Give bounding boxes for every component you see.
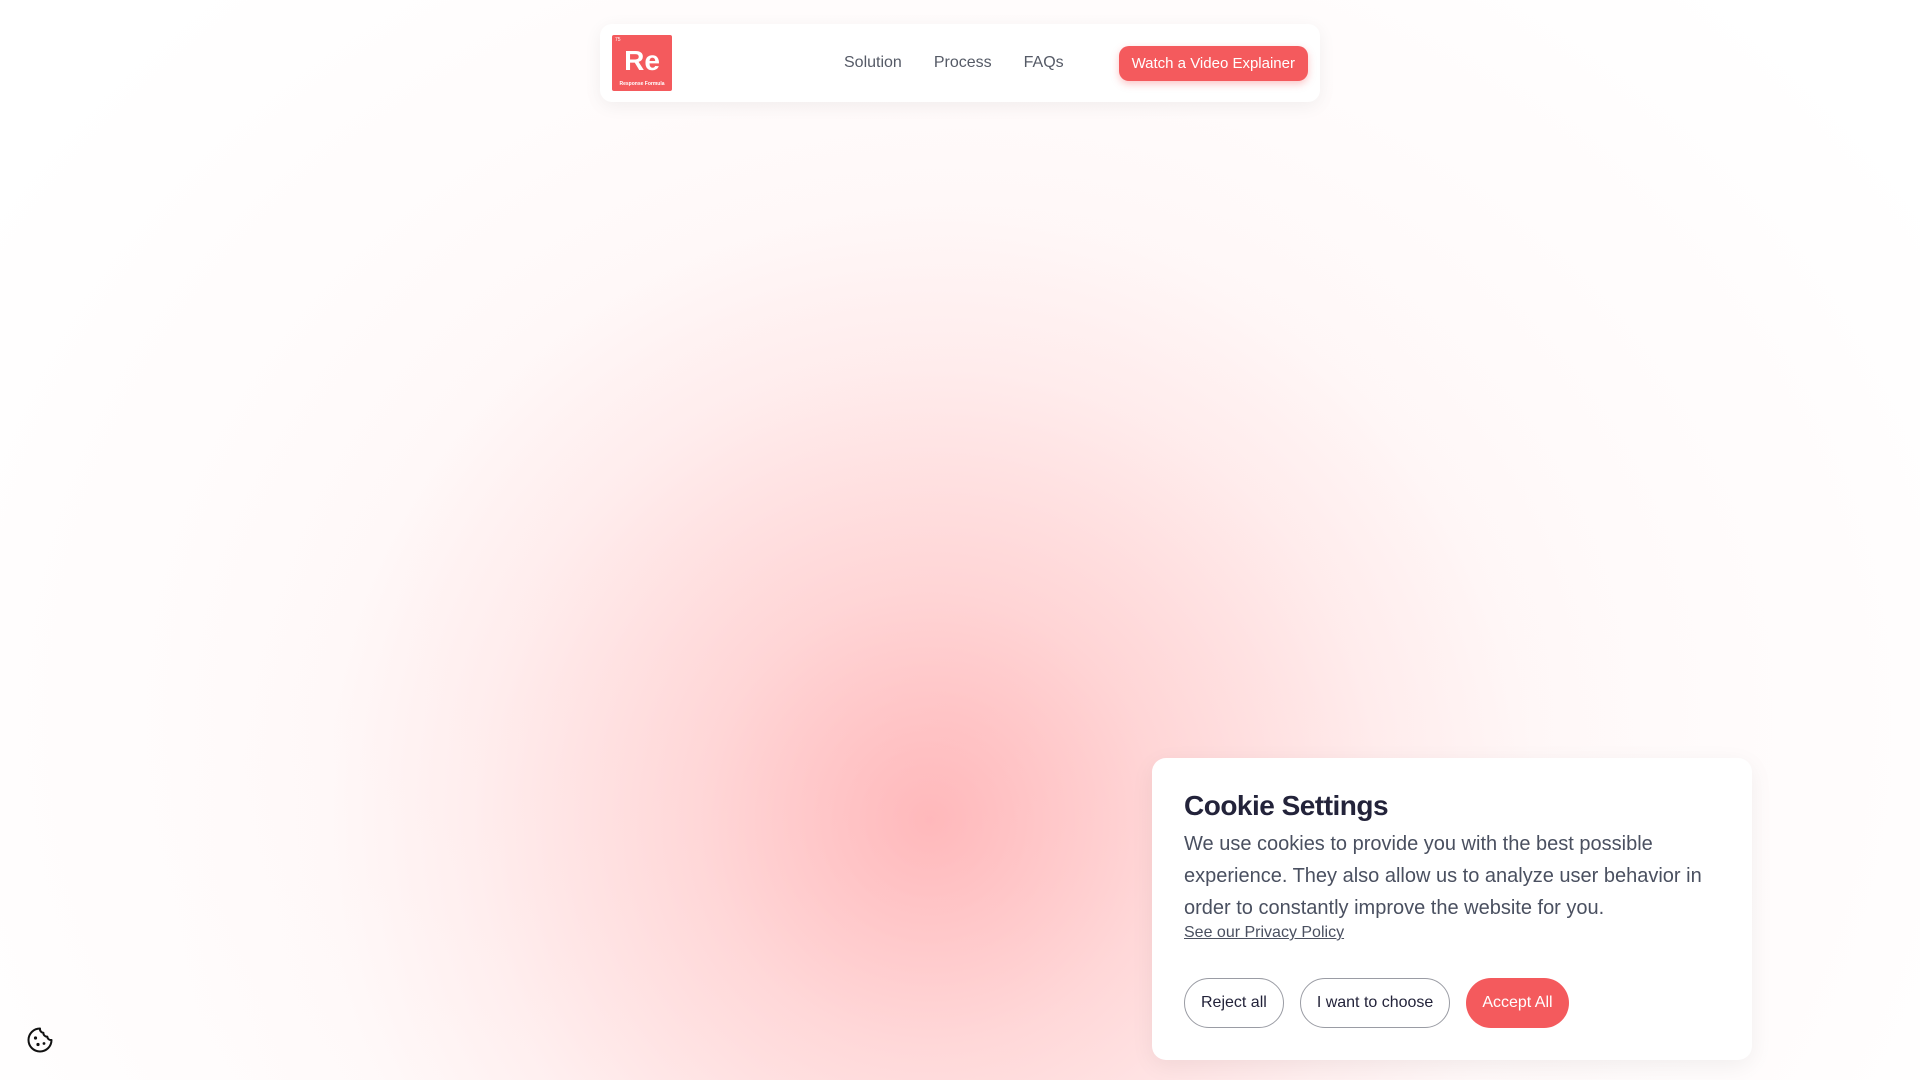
nav-link-solution[interactable]: Solution [844, 54, 902, 72]
brand-logo[interactable]: 75 Re Response Formula [612, 35, 672, 91]
accept-all-button[interactable]: Accept All [1466, 978, 1569, 1028]
cookie-icon[interactable] [26, 1026, 54, 1054]
cookie-settings-panel: Cookie Settings We use cookies to provid… [1152, 758, 1752, 1060]
cookie-title: Cookie Settings [1184, 790, 1389, 821]
watch-video-button[interactable]: Watch a Video Explainer [1118, 45, 1308, 81]
cookie-description: We use cookies to provide you with the b… [1184, 833, 1702, 919]
nav-link-process[interactable]: Process [934, 54, 992, 72]
top-navbar: 75 Re Response Formula Solution Process … [600, 24, 1320, 102]
nav-links: Solution Process FAQs [844, 54, 1064, 72]
logo-number: 75 [615, 37, 621, 43]
logo-symbol: Re [624, 45, 660, 76]
privacy-policy-link[interactable]: See our Privacy Policy [1184, 924, 1344, 942]
choose-cookies-button[interactable]: I want to choose [1299, 978, 1451, 1028]
reject-all-button[interactable]: Reject all [1184, 978, 1284, 1028]
logo-subtitle: Response Formula [619, 81, 665, 87]
nav-link-faqs[interactable]: FAQs [1024, 54, 1064, 72]
cookie-buttons: Reject all I want to choose Accept All [1184, 978, 1720, 1028]
